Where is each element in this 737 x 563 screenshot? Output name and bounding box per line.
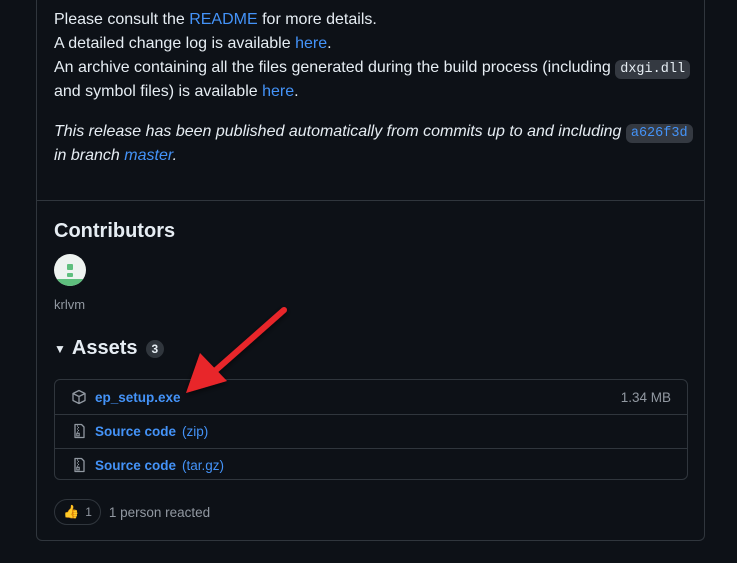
asset-format[interactable]: (tar.gz): [182, 458, 224, 473]
asset-row[interactable]: Source code (tar.gz): [55, 448, 687, 482]
release-card: Please consult the README for more detai…: [36, 0, 705, 541]
contributors-heading: Contributors: [54, 220, 176, 242]
archive-link[interactable]: here: [262, 83, 294, 100]
notes-line-readme: Please consult the README for more detai…: [54, 8, 694, 32]
thumbs-up-icon: 👍: [63, 504, 80, 519]
contributor-username[interactable]: krlvm: [54, 297, 85, 312]
commit-link[interactable]: a626f3d: [625, 124, 693, 143]
notes-line-auto: This release has been published automati…: [54, 120, 694, 144]
caret-down-icon: ▼: [54, 341, 66, 356]
asset-link[interactable]: ep_setup.exe: [95, 390, 181, 405]
reaction-summary: 1 person reacted: [108, 504, 211, 520]
readme-link[interactable]: README: [189, 11, 257, 28]
notes-text: for more details.: [257, 11, 377, 28]
file-zip-icon: [74, 457, 85, 473]
section-divider: [37, 200, 704, 201]
assets-list: ep_setup.exe 1.34 MB Source code (zip) S…: [54, 379, 688, 480]
assets-count-badge: 3: [145, 339, 165, 358]
notes-text: A detailed change log is available: [54, 35, 296, 52]
asset-row[interactable]: ep_setup.exe 1.34 MB: [55, 380, 687, 415]
notes-text: This release has been published automati…: [54, 123, 626, 140]
notes-text: in branch: [54, 147, 125, 164]
notes-text: .: [327, 35, 332, 52]
notes-text: and symbol files) is available: [54, 83, 263, 100]
notes-text: .: [294, 83, 299, 100]
contributor-avatar[interactable]: [54, 254, 86, 286]
assets-toggle[interactable]: ▼ Assets 3: [54, 337, 165, 360]
dll-code: dxgi.dll: [615, 60, 691, 79]
release-notes: Please consult the README for more detai…: [54, 8, 694, 168]
changelog-link[interactable]: here: [295, 35, 327, 52]
branch-link[interactable]: master: [124, 147, 172, 164]
notes-text: .: [172, 147, 178, 164]
package-icon: [72, 389, 86, 405]
asset-link[interactable]: Source code: [95, 458, 176, 473]
reactions-bar: 👍 1 1 person reacted: [54, 499, 210, 525]
file-zip-icon: [74, 423, 85, 439]
notes-line-changelog: A detailed change log is available here.: [54, 32, 694, 56]
notes-text: An archive containing all the files gene…: [54, 59, 616, 76]
notes-text: Please consult the: [54, 11, 190, 28]
reaction-count: 1: [85, 505, 92, 519]
asset-format[interactable]: (zip): [182, 424, 208, 439]
asset-size: 1.34 MB: [620, 389, 671, 405]
notes-line-branch: in branch master.: [54, 144, 694, 168]
asset-link[interactable]: Source code: [95, 424, 176, 439]
notes-line-symbols: and symbol files) is available here.: [54, 80, 694, 104]
notes-line-archive: An archive containing all the files gene…: [54, 56, 694, 80]
assets-heading: Assets: [71, 337, 138, 359]
asset-row[interactable]: Source code (zip): [55, 414, 687, 449]
thumbs-up-reaction-button[interactable]: 👍 1: [54, 499, 101, 525]
